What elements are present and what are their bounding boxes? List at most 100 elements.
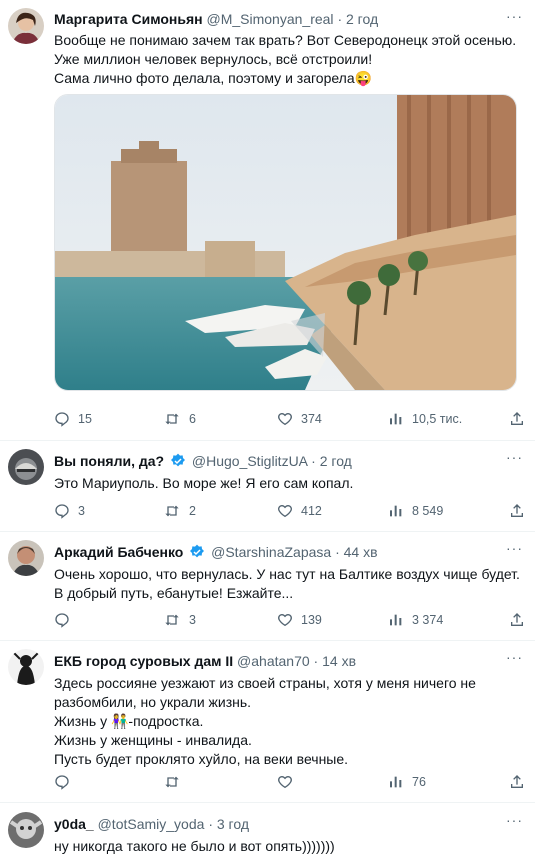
views-icon xyxy=(390,614,402,626)
avatar[interactable] xyxy=(8,812,44,848)
timestamp[interactable]: 2 год xyxy=(320,453,352,469)
tweet-text-line: Жизнь у женщины - инвалида. xyxy=(54,732,252,748)
share-icon xyxy=(511,504,523,517)
author-name[interactable]: Вы поняли, да? xyxy=(54,453,164,469)
couple-emoji: 👫 xyxy=(110,713,129,729)
tweet-5[interactable]: y0da_ @totSamiy_yoda · 3 год ··· ну нико… xyxy=(0,803,535,862)
separator-dot: · xyxy=(313,653,319,669)
more-options-icon[interactable]: ··· xyxy=(506,449,523,465)
views-count: 3 374 xyxy=(412,613,444,627)
separator-dot: · xyxy=(208,816,213,832)
retweet-icon xyxy=(165,413,179,425)
tweet-actions: 3 2 412 8 549 xyxy=(54,503,525,523)
timestamp[interactable]: 2 год xyxy=(346,11,378,27)
reply-icon xyxy=(55,613,69,628)
views-button[interactable]: 8 549 xyxy=(388,503,443,519)
author-handle[interactable]: @ahatan70 xyxy=(237,653,310,669)
tweet-actions: 3 139 3 374 xyxy=(54,612,525,632)
tweet-photo[interactable] xyxy=(54,94,517,391)
tweet-text-line: Вообще не понимаю зачем так врать? Вот С… xyxy=(54,32,517,48)
tweet-header: Аркадий Бабченко @StarshinaZapasa · 44 х… xyxy=(54,544,505,560)
views-button[interactable]: 10,5 тис. xyxy=(388,411,462,427)
retweet-button[interactable] xyxy=(163,774,189,790)
share-icon xyxy=(511,775,523,788)
tweet-1[interactable]: Маргарита Симоньян @M_Simonyan_real · 2 … xyxy=(0,0,535,441)
avatar[interactable] xyxy=(8,540,44,576)
reply-button[interactable] xyxy=(54,774,78,790)
tweet-text: Очень хорошо, что вернулась. У нас тут н… xyxy=(54,565,525,603)
timestamp[interactable]: 44 хв xyxy=(344,544,378,560)
tweet-3[interactable]: Аркадий Бабченко @StarshinaZapasa · 44 х… xyxy=(0,532,535,641)
views-count: 76 xyxy=(412,775,426,789)
tweet-text: Это Мариуполь. Во море же! Я его сам коп… xyxy=(54,474,525,493)
author-name[interactable]: y0da_ xyxy=(54,816,94,832)
timestamp[interactable]: 14 хв xyxy=(322,653,356,669)
tweet-header: y0da_ @totSamiy_yoda · 3 год xyxy=(54,816,505,832)
author-name[interactable]: ЕКБ город суровых дам II xyxy=(54,653,233,669)
separator-dot: · xyxy=(337,11,343,27)
heart-icon xyxy=(278,775,292,789)
tweet-text-line: Это Мариуполь. Во море же! Я его сам коп… xyxy=(54,475,354,491)
more-options-icon[interactable]: ··· xyxy=(506,649,523,665)
retweet-icon xyxy=(165,505,179,517)
share-button[interactable] xyxy=(509,503,525,519)
heart-icon xyxy=(278,613,292,627)
views-button[interactable]: 76 xyxy=(388,774,426,790)
separator-dot: · xyxy=(311,453,316,469)
like-button[interactable]: 412 xyxy=(277,503,322,519)
tweet-4[interactable]: ЕКБ город суровых дам II @ahatan70 · 14 … xyxy=(0,641,535,803)
retweet-button[interactable]: 2 xyxy=(163,503,196,519)
like-button[interactable] xyxy=(277,774,301,790)
timestamp[interactable]: 3 год xyxy=(217,816,249,832)
more-options-icon[interactable]: ··· xyxy=(506,8,523,24)
tweet-text-fragment: -подростка. xyxy=(128,713,204,729)
tweet-2[interactable]: Вы поняли, да? @Hugo_StiglitzUA · 2 год … xyxy=(0,441,535,532)
author-handle[interactable]: @M_Simonyan_real xyxy=(207,11,334,27)
tweet-text-line: Жизнь у 👫-подростка. xyxy=(54,712,525,731)
tweet-header: ЕКБ город суровых дам II @ahatan70 · 14 … xyxy=(54,653,505,669)
like-button[interactable]: 374 xyxy=(277,411,322,427)
reply-button[interactable] xyxy=(54,612,78,628)
tweet-text-line: В добрый путь, ебанутые! Езжайте... xyxy=(54,585,294,601)
author-name[interactable]: Маргарита Симоньян xyxy=(54,11,203,27)
author-handle[interactable]: @StarshinaZapasa xyxy=(211,544,331,560)
share-button[interactable] xyxy=(509,774,525,790)
tweet-actions: 76 xyxy=(54,774,525,794)
share-button[interactable] xyxy=(509,411,525,427)
tweet-text: Здесь россияне уезжают из своей страны, … xyxy=(54,674,525,769)
share-icon xyxy=(511,412,523,425)
reply-icon xyxy=(55,775,69,790)
more-options-icon[interactable]: ··· xyxy=(506,812,523,828)
heart-icon xyxy=(278,412,292,426)
more-options-icon[interactable]: ··· xyxy=(506,540,523,556)
tweet-text-line: Уже миллион человек вернулось, всё отстр… xyxy=(54,51,373,67)
share-icon xyxy=(511,613,523,626)
retweet-button[interactable]: 6 xyxy=(163,411,196,427)
reply-button[interactable]: 3 xyxy=(54,503,85,519)
avatar[interactable] xyxy=(8,449,44,485)
avatar[interactable] xyxy=(8,649,44,685)
views-icon xyxy=(390,413,402,425)
reply-count: 15 xyxy=(78,412,92,426)
author-name[interactable]: Аркадий Бабченко xyxy=(54,544,183,560)
views-button[interactable]: 3 374 xyxy=(388,612,443,628)
retweet-count: 2 xyxy=(189,504,196,518)
like-count: 412 xyxy=(301,504,322,518)
tweet-text-line: Пусть будет проклято хуйло, на веки вечн… xyxy=(54,751,349,767)
reply-icon xyxy=(55,504,69,519)
author-handle[interactable]: @totSamiy_yoda xyxy=(98,816,205,832)
share-button[interactable] xyxy=(509,612,525,628)
tweet-text: Вообще не понимаю зачем так врать? Вот С… xyxy=(54,31,525,88)
tweet-text: ну никогда такого не было и вот опять)))… xyxy=(54,837,525,856)
retweet-button[interactable]: 3 xyxy=(163,612,196,628)
tweet-actions: 15 6 374 10,5 тис. xyxy=(54,411,525,431)
author-handle[interactable]: @Hugo_StiglitzUA xyxy=(192,453,307,469)
avatar[interactable] xyxy=(8,8,44,44)
reply-button[interactable]: 15 xyxy=(54,411,92,427)
tweet-text-line: Сама лично фото делала, поэтому и загоре… xyxy=(54,69,525,88)
retweet-count: 3 xyxy=(189,613,196,627)
reply-count: 3 xyxy=(78,504,85,518)
like-button[interactable]: 139 xyxy=(277,612,322,628)
tweet-header: Вы поняли, да? @Hugo_StiglitzUA · 2 год xyxy=(54,453,505,469)
tweet-text-fragment: Сама лично фото делала, поэтому и загоре… xyxy=(54,70,355,86)
